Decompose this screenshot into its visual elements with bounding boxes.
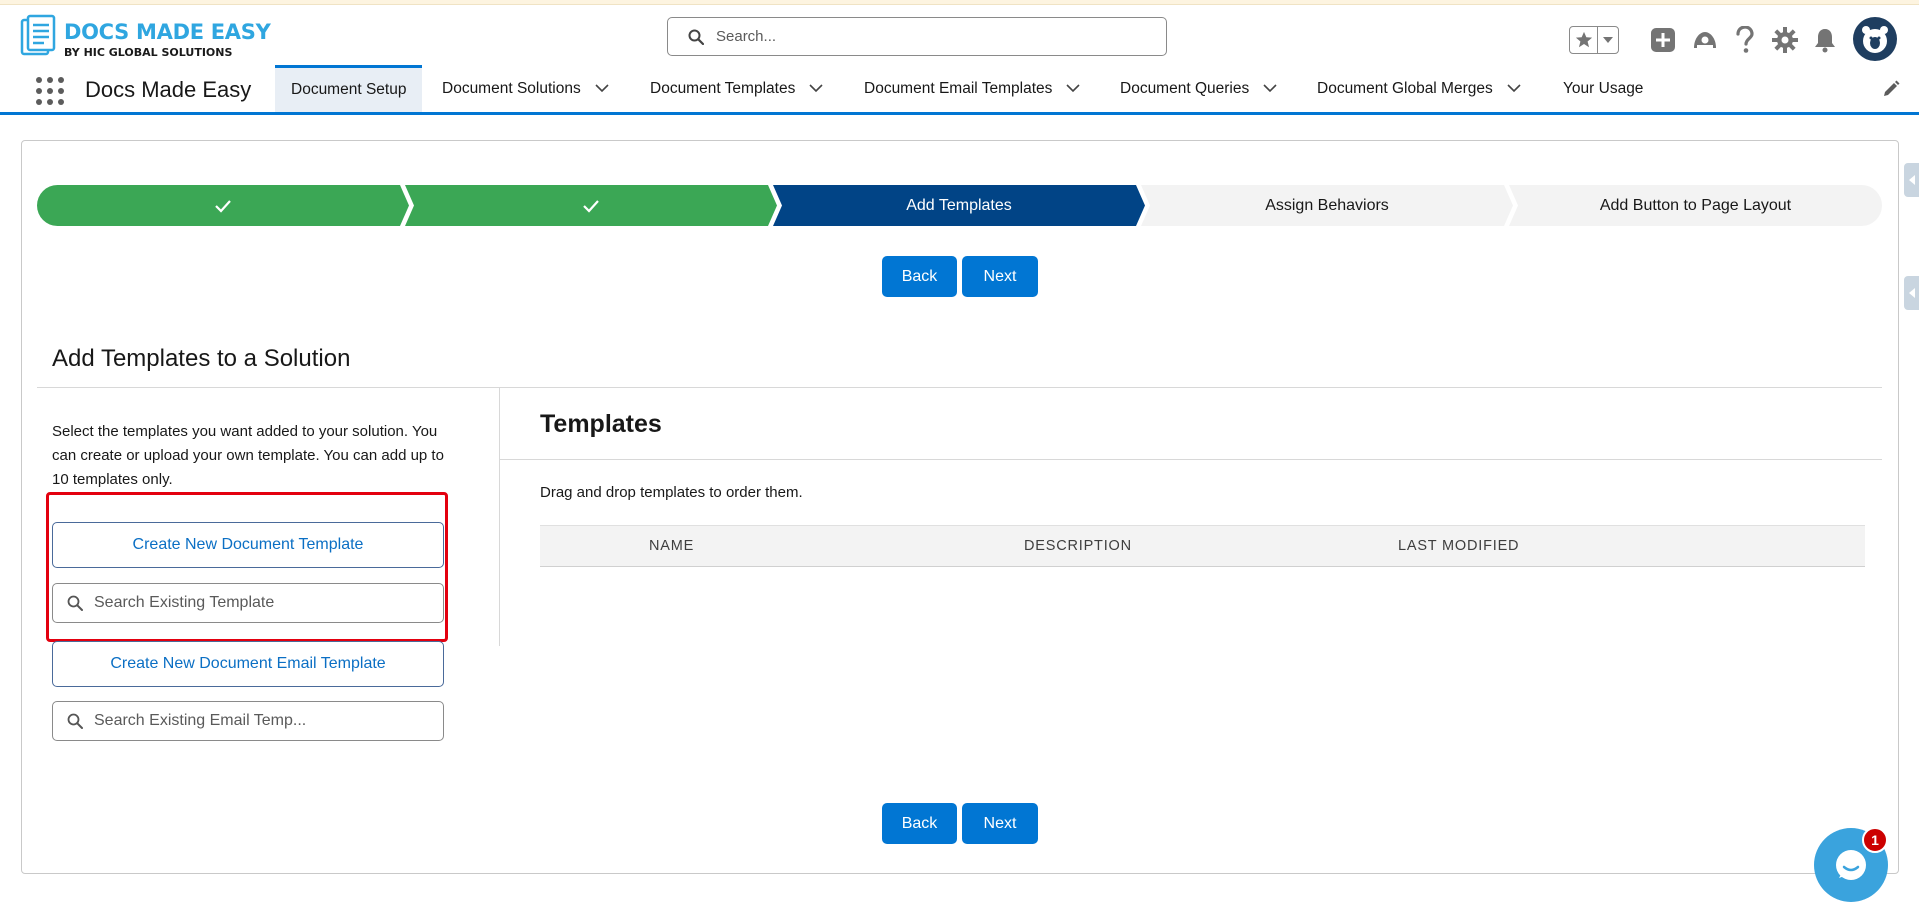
checkmark-icon <box>215 199 231 213</box>
tab-label: Document Queries <box>1120 79 1250 97</box>
checkmark-icon <box>583 199 599 213</box>
header-utility-icons <box>1568 15 1908 61</box>
search-existing-email-template-input[interactable]: Search Existing Email Temp... <box>52 701 444 741</box>
app-launcher-icon[interactable] <box>36 77 64 105</box>
tab-document-solutions[interactable]: Document Solutions <box>442 65 609 112</box>
docs-made-easy-logo[interactable]: DOCS MADE EASY BY HIC GLOBAL SOLUTIONS <box>20 14 271 60</box>
tab-label: Document Email Templates <box>864 79 1053 97</box>
chat-bubble-icon <box>1836 850 1866 880</box>
column-header-name[interactable]: NAME <box>649 538 694 554</box>
tab-label: Document Global Merges <box>1317 79 1493 97</box>
next-button-bottom[interactable]: Next <box>962 803 1038 844</box>
setup-progress-path: Add Templates Assign Behaviors Add Butto… <box>37 185 1882 226</box>
app-name: Docs Made Easy <box>85 77 252 102</box>
column-divider <box>499 388 500 646</box>
favorites-star-icon[interactable] <box>1570 27 1598 53</box>
tab-label: Document Templates <box>650 79 796 97</box>
divider <box>37 387 1882 388</box>
trailhead-icon[interactable] <box>1690 25 1720 55</box>
chevron-down-icon[interactable] <box>1066 84 1080 93</box>
tab-document-templates[interactable]: Document Templates <box>650 65 823 112</box>
next-button-top[interactable]: Next <box>962 256 1038 297</box>
chevron-down-icon[interactable] <box>595 84 609 93</box>
path-step-3[interactable]: Add Templates <box>773 185 1145 226</box>
templates-title: Templates <box>540 410 662 438</box>
side-panel-toggle[interactable] <box>1904 163 1919 197</box>
logo-subtitle: BY HIC GLOBAL SOLUTIONS <box>64 46 233 59</box>
create-new-document-email-template-button[interactable]: Create New Document Email Template <box>52 641 444 687</box>
search-icon <box>688 29 704 45</box>
path-step-2[interactable] <box>405 185 777 226</box>
search-existing-template-input[interactable]: Search Existing Template <box>52 583 444 623</box>
section-title: Add Templates to a Solution <box>52 345 351 372</box>
tab-label: Document Solutions <box>442 79 581 97</box>
search-icon <box>67 713 83 729</box>
path-step-label: Add Button to Page Layout <box>1599 196 1792 214</box>
document-logo-icon <box>20 14 56 56</box>
section-description: Select the templates you want added to y… <box>52 423 444 488</box>
search-template-placeholder: Search Existing Template <box>94 594 275 611</box>
setup-gear-icon[interactable] <box>1770 25 1800 55</box>
column-header-last-modified[interactable]: LAST MODIFIED <box>1398 538 1519 554</box>
help-icon[interactable] <box>1730 25 1760 55</box>
global-search-input[interactable]: Search... <box>667 17 1167 56</box>
tab-label: Your Usage <box>1563 79 1644 97</box>
tab-document-queries[interactable]: Document Queries <box>1120 65 1277 112</box>
favorites-dropdown-icon[interactable] <box>1598 27 1618 53</box>
back-button-bottom[interactable]: Back <box>882 803 957 844</box>
global-create-icon[interactable] <box>1648 25 1678 55</box>
search-email-template-placeholder: Search Existing Email Temp... <box>94 712 307 729</box>
tab-label: Document Setup <box>291 81 407 98</box>
path-step-5[interactable]: Add Button to Page Layout <box>1509 185 1882 226</box>
chevron-left-icon <box>1908 288 1915 298</box>
edit-nav-pencil-icon[interactable] <box>1882 80 1900 98</box>
favorites-control[interactable] <box>1569 26 1619 54</box>
chevron-down-icon[interactable] <box>1507 84 1521 93</box>
create-new-document-template-button[interactable]: Create New Document Template <box>52 522 444 568</box>
tab-your-usage[interactable]: Your Usage <box>1563 65 1643 112</box>
path-step-4[interactable]: Assign Behaviors <box>1141 185 1513 226</box>
logo-title: DOCS MADE EASY <box>64 20 271 44</box>
path-step-label: Assign Behaviors <box>1265 196 1389 214</box>
chat-notification-badge: 1 <box>1862 827 1888 853</box>
column-header-description[interactable]: DESCRIPTION <box>1024 538 1132 554</box>
back-button-top[interactable]: Back <box>882 256 957 297</box>
templates-hint: Drag and drop templates to order them. <box>540 484 803 501</box>
path-step-label: Add Templates <box>906 196 1012 214</box>
notifications-bell-icon[interactable] <box>1810 25 1840 55</box>
templates-table-header: NAME DESCRIPTION LAST MODIFIED <box>540 525 1865 567</box>
tab-document-global-merges[interactable]: Document Global Merges <box>1317 65 1521 112</box>
path-step-1[interactable] <box>37 185 409 226</box>
tab-document-setup[interactable]: Document Setup <box>275 65 423 112</box>
chevron-down-icon[interactable] <box>809 84 823 93</box>
search-placeholder: Search... <box>716 28 777 45</box>
tab-document-email-templates[interactable]: Document Email Templates <box>864 65 1080 112</box>
chevron-left-icon <box>1908 175 1915 185</box>
search-icon <box>67 595 83 611</box>
global-header: DOCS MADE EASY BY HIC GLOBAL SOLUTIONS S… <box>0 5 1919 65</box>
divider <box>500 459 1882 460</box>
app-navigation-bar: Docs Made Easy Document Setup Document S… <box>0 65 1919 115</box>
user-avatar[interactable] <box>1853 17 1897 61</box>
side-panel-toggle-secondary[interactable] <box>1904 276 1919 310</box>
chevron-down-icon[interactable] <box>1263 84 1277 93</box>
